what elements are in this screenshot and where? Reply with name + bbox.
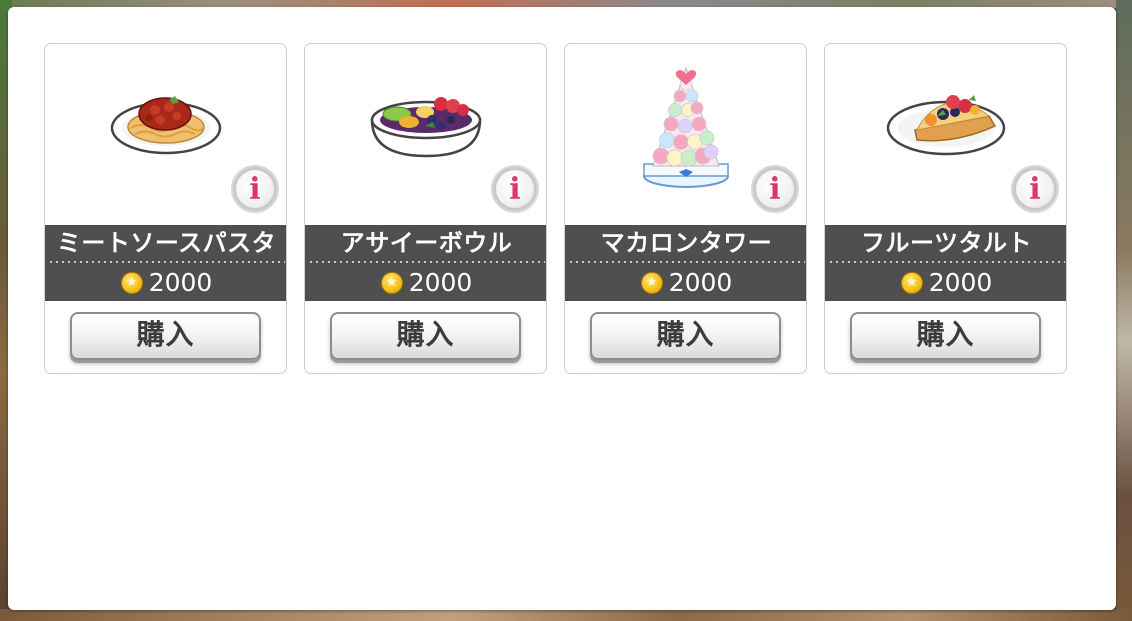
gold-coin-icon: ★ [380,271,403,294]
item-price: ★ 2000 [825,264,1066,301]
shop-item-card: i ミートソースパスタ ★ 2000 購入 [44,43,287,374]
info-button[interactable]: i [751,165,799,213]
item-price: ★ 2000 [45,264,286,301]
info-button[interactable]: i [491,165,539,213]
gold-coin-icon: ★ [900,271,923,294]
price-value: 2000 [668,268,733,297]
price-value: 2000 [408,268,473,297]
item-name: ミートソースパスタ [45,225,286,262]
info-icon: i [496,170,534,208]
item-name: アサイーボウル [305,225,546,262]
item-price: ★ 2000 [305,264,546,301]
buy-button[interactable]: 購入 [850,312,1041,360]
item-name: フルーツタルト [825,225,1066,262]
shop-item-card: i マカロンタワー ★ 2000 購入 [564,43,807,374]
price-value: 2000 [928,268,993,297]
info-button[interactable]: i [231,165,279,213]
shop-item-card: i アサイーボウル ★ 2000 購入 [304,43,547,374]
buy-button[interactable]: 購入 [330,312,521,360]
gold-coin-icon: ★ [640,271,663,294]
background-right [1116,0,1132,621]
price-value: 2000 [148,268,213,297]
info-icon: i [236,170,274,208]
item-price: ★ 2000 [565,264,806,301]
info-icon: i [1016,170,1054,208]
gold-coin-icon: ★ [120,271,143,294]
shop-item-card: i フルーツタルト ★ 2000 購入 [824,43,1067,374]
item-name: マカロンタワー [565,225,806,262]
shop-dialog: i ミートソースパスタ ★ 2000 購入 i アサイーボウル ★ 2000 購… [8,7,1116,610]
buy-button[interactable]: 購入 [70,312,261,360]
info-icon: i [756,170,794,208]
buy-button[interactable]: 購入 [590,312,781,360]
info-button[interactable]: i [1011,165,1059,213]
background-bottom [0,609,1132,621]
